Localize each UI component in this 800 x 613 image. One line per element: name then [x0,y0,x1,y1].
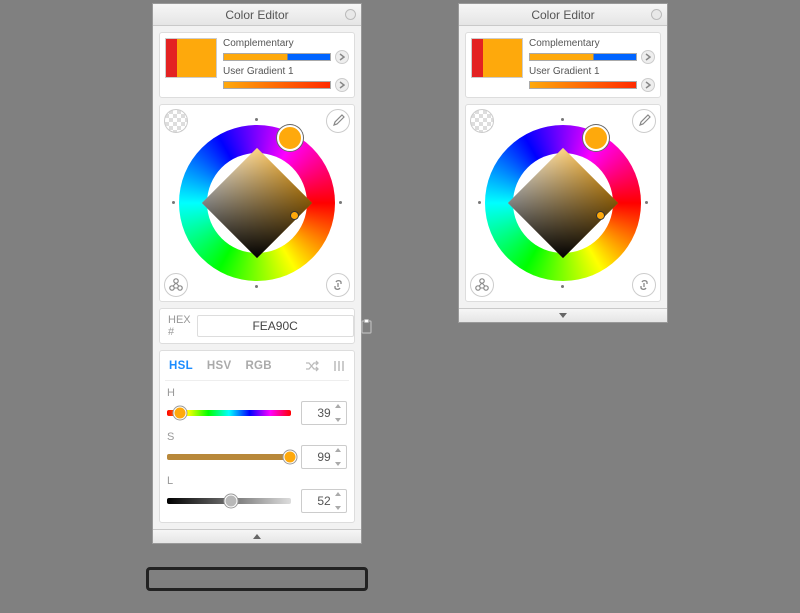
panel-title: Color Editor [225,8,288,22]
caret-up-icon[interactable] [335,492,341,496]
slider-h-track[interactable] [167,410,291,416]
hue-cursor[interactable] [583,125,609,151]
panel-title: Color Editor [531,8,594,22]
hex-card: HEX # [159,308,355,344]
chevron-right-icon [339,53,345,61]
diamond-cursor[interactable] [596,211,605,220]
swatch-card: Complementary User Gradient 1 [159,32,355,98]
slider-l-thumb[interactable] [225,495,238,508]
chevron-right-icon [339,81,345,89]
slider-h-value[interactable]: 39 [301,401,347,425]
slider-h-block: H 39 [165,381,349,425]
caret-down-icon[interactable] [335,462,341,466]
slider-s-track[interactable] [167,454,291,460]
slider-s-thumb[interactable] [283,451,296,464]
color-wheel-card [465,104,661,302]
user-gradient-expand-button[interactable] [641,78,655,92]
tab-hsl[interactable]: HSL [169,360,193,372]
slider-s-value[interactable]: 99 [301,445,347,469]
harmony-label: Complementary [529,38,655,49]
swatch-card: Complementary User Gradient 1 [465,32,661,98]
color-editor-panel-expanded: Color Editor Complementary [152,3,362,544]
color-editor-panel-collapsed: Color Editor Complementary [458,3,668,323]
collapse-button-highlight [146,567,368,591]
chevron-right-icon [645,81,651,89]
sliders-view-button[interactable] [333,360,345,372]
panel-title-bar[interactable]: Color Editor [459,4,667,26]
panel-status-dot[interactable] [651,9,662,20]
tab-rgb[interactable]: RGB [245,360,271,372]
color-wheel[interactable] [173,119,341,287]
user-gradient-label: User Gradient 1 [529,66,655,77]
slider-l-block: L 52 [165,469,349,517]
hex-input[interactable] [197,315,354,337]
bars-icon [333,360,345,372]
copy-hex-button[interactable] [360,316,373,336]
diamond-cursor[interactable] [290,211,299,220]
color-wheel-card [159,104,355,302]
sliders-card: HSL HSV RGB H 39 [159,350,355,523]
harmony-expand-button[interactable] [335,50,349,64]
user-gradient-label: User Gradient 1 [223,66,349,77]
harmony-gradient-bar[interactable] [223,53,331,61]
caret-up-icon [253,534,261,539]
user-gradient-bar[interactable] [529,81,637,89]
shuffle-button[interactable] [305,360,319,372]
slider-l-label: L [167,475,347,487]
panel-collapse-button[interactable] [153,529,361,543]
clipboard-icon [360,319,373,334]
slider-l-value[interactable]: 52 [301,489,347,513]
slider-s-label: S [167,431,347,443]
slider-s-block: S 99 [165,425,349,469]
shuffle-icon [305,360,319,372]
slider-h-label: H [167,387,347,399]
slider-h-thumb[interactable] [174,407,187,420]
user-gradient-expand-button[interactable] [335,78,349,92]
slider-l-track[interactable] [167,498,291,504]
caret-down-icon[interactable] [335,506,341,510]
harmony-expand-button[interactable] [641,50,655,64]
current-color-swatch[interactable] [165,38,217,78]
caret-down-icon [559,313,567,318]
harmony-gradient-bar[interactable] [529,53,637,61]
caret-up-icon[interactable] [335,448,341,452]
current-color-swatch[interactable] [471,38,523,78]
user-gradient-bar[interactable] [223,81,331,89]
color-model-tabs: HSL HSV RGB [165,356,349,381]
harmony-label: Complementary [223,38,349,49]
hue-cursor[interactable] [277,125,303,151]
chevron-right-icon [645,53,651,61]
panel-expand-button[interactable] [459,308,667,322]
color-wheel[interactable] [479,119,647,287]
panel-title-bar[interactable]: Color Editor [153,4,361,26]
caret-down-icon[interactable] [335,418,341,422]
tab-hsv[interactable]: HSV [207,360,232,372]
panel-status-dot[interactable] [345,9,356,20]
caret-up-icon[interactable] [335,404,341,408]
hex-label: HEX # [168,314,191,338]
